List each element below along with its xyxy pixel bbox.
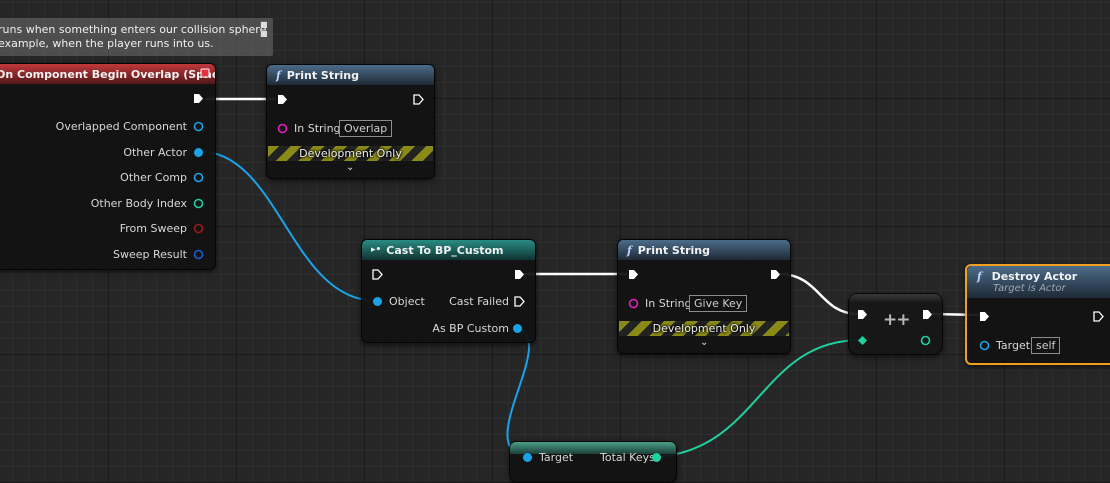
exec-in-pin[interactable]: [277, 94, 288, 105]
event-node-begin-overlap[interactable]: On Component Begin Overlap (Sphere) Over…: [0, 63, 216, 270]
total-keys-pin[interactable]: [651, 452, 662, 463]
chevron-down-icon[interactable]: ⌄: [346, 162, 354, 173]
pin-label-other-body-index: Other Body Index: [90, 197, 187, 210]
overlapped-component-pin[interactable]: [193, 121, 204, 132]
object-label: Object: [389, 295, 425, 308]
total-keys-label: Total Keys: [600, 451, 655, 464]
pin-label-other-comp: Other Comp: [120, 171, 187, 184]
target-pin[interactable]: [979, 340, 990, 351]
exec-in-pin[interactable]: [372, 269, 383, 280]
event-node-title: On Component Begin Overlap (Sphere): [0, 67, 215, 81]
cast-node[interactable]: ▸• Cast To BP_Custom Object Cast Failed …: [361, 239, 536, 343]
function-f-icon: f: [977, 270, 982, 283]
function-f-icon: f: [276, 68, 281, 82]
in-string-pin[interactable]: [628, 298, 639, 309]
target-label: Target: [539, 451, 574, 464]
exec-out-pin[interactable]: [413, 94, 424, 105]
target-pin[interactable]: [522, 452, 533, 463]
as-bp-custom-label: As BP Custom: [432, 322, 509, 335]
exec-out-pin[interactable]: [514, 269, 525, 280]
target-self-input[interactable]: self: [1031, 337, 1061, 354]
destroy-actor-subtitle: Target is Actor: [993, 283, 1066, 294]
function-f-icon: f: [627, 243, 632, 257]
development-only-banner: Development Only: [268, 146, 433, 161]
delegate-square-icon[interactable]: [200, 68, 210, 81]
exec-in-pin[interactable]: [628, 269, 639, 280]
print-string-2-title: Print String: [637, 243, 710, 257]
pin-label-other-actor: Other Actor: [123, 146, 187, 159]
exec-in-pin[interactable]: [979, 311, 990, 322]
object-wire-cast-to-getter: [506, 327, 531, 458]
in-string-input[interactable]: Overlap: [339, 120, 393, 137]
sweep-result-pin[interactable]: [193, 249, 204, 260]
in-string-input[interactable]: Give Key: [689, 295, 748, 312]
destroy-actor-title: Destroy Actor: [991, 270, 1078, 283]
object-pin[interactable]: [372, 296, 383, 307]
in-string-label: In String: [294, 122, 341, 135]
exec-out-pin[interactable]: [193, 93, 204, 104]
int-out-pin[interactable]: [920, 335, 931, 346]
increment-node[interactable]: ++: [848, 293, 943, 355]
from-sweep-pin[interactable]: [193, 223, 204, 234]
in-string-pin[interactable]: [277, 123, 288, 134]
chevron-down-icon[interactable]: ⌄: [700, 337, 708, 348]
exec-out-pin[interactable]: [1093, 311, 1104, 322]
int-wire-getter-to-increment: [655, 339, 862, 458]
other-comp-pin[interactable]: [193, 172, 204, 183]
exec-out-pin[interactable]: [770, 269, 781, 280]
target-label: Target: [996, 339, 1031, 352]
in-string-label: In String: [645, 297, 692, 310]
print-string-1-title: Print String: [286, 68, 359, 82]
cast-arrows-icon: ▸•: [371, 245, 382, 255]
cast-failed-pin[interactable]: [514, 296, 525, 307]
destroy-actor-node[interactable]: f Destroy Actor Target is Actor Target s…: [965, 264, 1110, 365]
pin-label-sweep-result: Sweep Result: [113, 248, 187, 261]
print-string-node-2[interactable]: f Print String In String Give Key Develo…: [617, 239, 791, 354]
pin-label-overlapped-component: Overlapped Component: [55, 120, 187, 133]
increment-symbol: ++: [883, 310, 910, 330]
pin-label-from-sweep: From Sweep: [119, 222, 187, 235]
exec-in-pin[interactable]: [857, 309, 868, 320]
as-bp-custom-pin[interactable]: [512, 323, 523, 334]
total-keys-getter-node[interactable]: Target Total Keys: [509, 441, 677, 483]
other-actor-pin[interactable]: [193, 147, 204, 158]
cast-node-title: Cast To BP_Custom: [386, 243, 504, 257]
exec-out-pin[interactable]: [922, 309, 933, 320]
cast-failed-label: Cast Failed: [449, 295, 509, 308]
print-string-node-1[interactable]: f Print String In String Overlap Develop…: [266, 64, 435, 179]
development-only-banner: Development Only: [619, 321, 789, 336]
other-body-index-pin[interactable]: [193, 198, 204, 209]
int-in-pin[interactable]: [857, 335, 868, 346]
